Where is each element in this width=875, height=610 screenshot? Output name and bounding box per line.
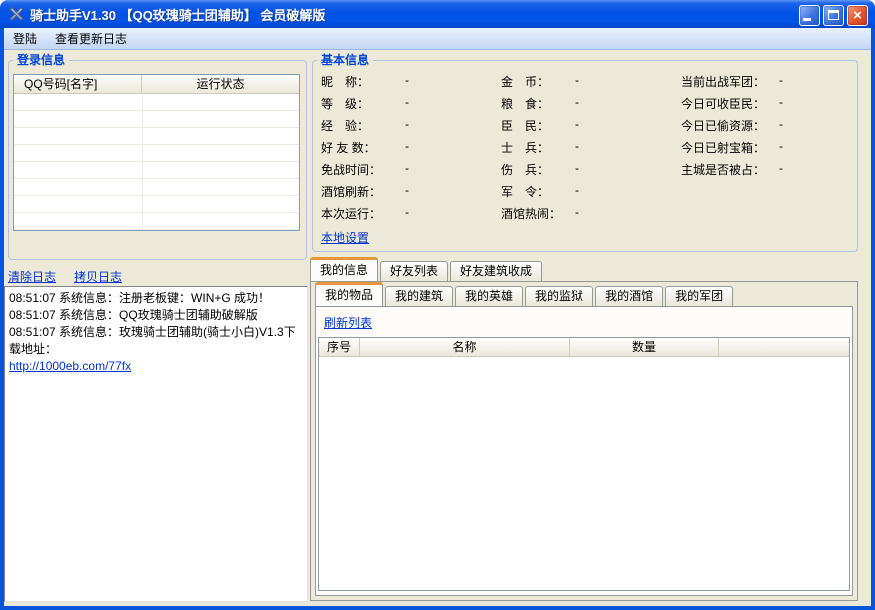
- stat-label-level: 等 级：: [321, 97, 370, 111]
- stat-value-stolen: -: [779, 117, 783, 131]
- stat-value-truce: -: [405, 161, 409, 175]
- stat-value-wounded: -: [575, 161, 579, 175]
- tab-my-prison[interactable]: 我的监狱: [525, 286, 594, 306]
- my-items-tab-page: 刷新列表 序号 名称 数量: [315, 306, 853, 596]
- qq-table-header: QQ号码[名字] 运行状态: [14, 75, 299, 94]
- window-title: 骑士助手V1.30 【QQ玫瑰骑士团辅助】 会员破解版: [30, 7, 326, 23]
- stat-value-chests: -: [779, 139, 783, 153]
- qq-col-status[interactable]: 运行状态: [142, 75, 299, 93]
- title-bar[interactable]: 骑士助手V1.30 【QQ玫瑰骑士团辅助】 会员破解版 ×: [0, 0, 875, 28]
- stat-value-tavern-refresh: -: [405, 183, 409, 197]
- stat-label-chests: 今日已射宝箱：: [681, 141, 766, 155]
- qq-table-divider: [142, 94, 143, 230]
- stat-value-legion: -: [779, 73, 783, 87]
- qq-account-table[interactable]: QQ号码[名字] 运行状态: [13, 74, 300, 231]
- outer-tab-strip: 我的信息 好友列表 好友建筑收成: [310, 257, 544, 281]
- items-table[interactable]: 序号 名称 数量: [318, 337, 850, 591]
- items-col-empty: [719, 338, 849, 356]
- tab-my-info[interactable]: 我的信息: [310, 257, 379, 281]
- login-info-title: 登录信息: [13, 52, 70, 68]
- stat-value-city-occupied: -: [779, 161, 783, 175]
- stat-label-gold: 金 币：: [501, 75, 550, 89]
- items-table-body[interactable]: [319, 357, 849, 590]
- stat-label-subjects: 臣 民：: [501, 119, 550, 133]
- maximize-icon: [828, 10, 839, 20]
- stat-value-soldiers: -: [575, 139, 579, 153]
- stat-label-tavern-busy: 酒馆热闹：: [501, 207, 562, 221]
- tab-friend-harvest[interactable]: 好友建筑收成: [450, 261, 543, 281]
- app-window: 骑士助手V1.30 【QQ玫瑰骑士团辅助】 会员破解版 × 登陆 查看更新日志 …: [0, 0, 875, 610]
- menu-item-changelog[interactable]: 查看更新日志: [46, 28, 136, 50]
- stat-value-collectable: -: [779, 95, 783, 109]
- menu-item-login[interactable]: 登陆: [4, 28, 46, 50]
- stat-value-subjects: -: [575, 117, 579, 131]
- window-controls: ×: [799, 5, 868, 26]
- tab-my-items[interactable]: 我的物品: [315, 282, 384, 306]
- download-url-link[interactable]: http://1000eb.com/77fx: [9, 359, 131, 373]
- stat-label-wounded: 伤 兵：: [501, 163, 550, 177]
- minimize-button[interactable]: [799, 5, 820, 26]
- local-settings-link[interactable]: 本地设置: [321, 229, 369, 246]
- my-info-tab-page: 我的物品 我的建筑 我的英雄 我的监狱 我的酒馆 我的军团 刷新列表 序号 名称…: [310, 281, 858, 601]
- maximize-button[interactable]: [823, 5, 844, 26]
- refresh-list-link[interactable]: 刷新列表: [324, 314, 372, 331]
- stat-label-city-occupied: 主城是否被占：: [681, 163, 766, 177]
- tab-friend-list[interactable]: 好友列表: [380, 261, 449, 281]
- log-output[interactable]: 08:51:07 系统信息：注册老板键：WIN+G 成功！ 08:51:07 系…: [4, 286, 308, 602]
- stat-label-truce: 免战时间：: [321, 163, 382, 177]
- clear-log-link[interactable]: 清除日志: [8, 268, 56, 285]
- close-icon: ×: [853, 7, 862, 24]
- log-line: 08:51:07 系统信息：玫瑰骑士团辅助(骑士小白)V1.3下载地址：: [9, 325, 296, 356]
- qq-table-body[interactable]: [14, 94, 299, 230]
- minimize-icon: [803, 18, 811, 21]
- stat-value-orders: -: [575, 183, 579, 197]
- stat-value-nickname: -: [405, 73, 409, 87]
- stat-value-exp: -: [405, 117, 409, 131]
- items-table-header: 序号 名称 数量: [319, 338, 849, 357]
- stat-value-friends: -: [405, 139, 409, 153]
- stat-value-tavern-busy: -: [575, 205, 579, 219]
- stat-label-runtime: 本次运行：: [321, 207, 382, 221]
- basic-info-title: 基本信息: [317, 52, 374, 68]
- stat-label-soldiers: 士 兵：: [501, 141, 550, 155]
- client-area: 登陆 查看更新日志 登录信息 QQ号码[名字] 运行状态 清除日志 拷贝日志 0…: [4, 28, 871, 606]
- stat-value-level: -: [405, 95, 409, 109]
- stat-label-orders: 军 令：: [501, 185, 550, 199]
- stat-value-gold: -: [575, 73, 579, 87]
- stat-label-friends: 好 友 数：: [321, 141, 376, 155]
- items-col-quantity[interactable]: 数量: [570, 338, 719, 356]
- log-line: 08:51:07 系统信息：注册老板键：WIN+G 成功！: [9, 291, 271, 305]
- inner-tab-strip: 我的物品 我的建筑 我的英雄 我的监狱 我的酒馆 我的军团: [315, 282, 735, 306]
- stat-value-food: -: [575, 95, 579, 109]
- stat-label-collectable: 今日可收臣民：: [681, 97, 766, 111]
- stat-value-runtime: -: [405, 205, 409, 219]
- tab-my-buildings[interactable]: 我的建筑: [385, 286, 454, 306]
- basic-info-groupbox: 基本信息 昵 称： - 等 级： - 经 验： - 好 友 数： - 免战时间：…: [312, 52, 858, 252]
- stat-label-nickname: 昵 称：: [321, 75, 370, 89]
- stat-label-exp: 经 验：: [321, 119, 370, 133]
- items-col-index[interactable]: 序号: [319, 338, 360, 356]
- stat-label-tavern-refresh: 酒馆刷新：: [321, 185, 382, 199]
- tab-my-tavern[interactable]: 我的酒馆: [595, 286, 664, 306]
- app-icon: [7, 5, 25, 23]
- close-button[interactable]: ×: [847, 5, 868, 26]
- stat-label-stolen: 今日已偷资源：: [681, 119, 766, 133]
- tab-my-legion[interactable]: 我的军团: [665, 286, 734, 306]
- stat-label-food: 粮 食：: [501, 97, 550, 111]
- login-info-groupbox: 登录信息 QQ号码[名字] 运行状态: [8, 52, 307, 260]
- log-line: 08:51:07 系统信息：QQ玫瑰骑士团辅助破解版: [9, 308, 258, 322]
- menu-bar: 登陆 查看更新日志: [4, 28, 871, 50]
- tab-my-heroes[interactable]: 我的英雄: [455, 286, 524, 306]
- stat-label-legion: 当前出战军团：: [681, 75, 766, 89]
- qq-col-account[interactable]: QQ号码[名字]: [14, 75, 142, 93]
- items-col-name[interactable]: 名称: [360, 338, 570, 356]
- copy-log-link[interactable]: 拷贝日志: [74, 268, 122, 285]
